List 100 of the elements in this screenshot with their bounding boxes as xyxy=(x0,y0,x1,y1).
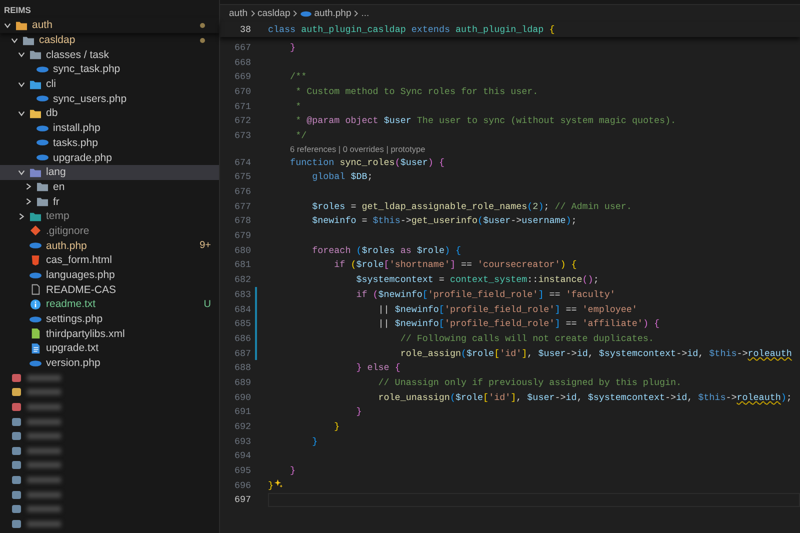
tree-item[interactable]: version.php xyxy=(0,356,219,370)
code-line: function sync_roles($user) { xyxy=(289,156,444,168)
code-line: } else { xyxy=(355,362,400,374)
chevron-icon xyxy=(250,9,256,18)
line-number: 697 xyxy=(233,494,252,506)
breadcrumb[interactable]: ... xyxy=(361,8,370,19)
tree-item[interactable]: upgrade.php xyxy=(0,150,219,165)
tree-item[interactable]: casldap xyxy=(0,32,219,48)
blurred-label xyxy=(27,476,61,483)
tree-item[interactable]: classes / task xyxy=(0,47,219,62)
tree-item[interactable]: cli xyxy=(0,76,219,92)
tree-item[interactable]: db xyxy=(0,106,219,121)
breadcrumb[interactable]: casldap xyxy=(258,8,290,19)
line-number: 686 xyxy=(233,332,252,344)
sparkle-icon[interactable] xyxy=(274,479,283,488)
code-line: class auth_plugin_casldap extends auth_plugin_ldap { xyxy=(268,24,555,35)
tree-item[interactable]: sync_users.php xyxy=(0,91,219,106)
tree-item[interactable]: sync_task.php xyxy=(0,62,219,77)
tree-item[interactable]: lang xyxy=(0,164,219,180)
folder-icon xyxy=(29,49,42,60)
oval-file-icon xyxy=(36,64,49,75)
code-line: // Following calls will not create duplicates. xyxy=(399,332,654,344)
code-line: } xyxy=(311,436,318,447)
tree-item[interactable]: languages.php xyxy=(0,268,219,282)
chevron-icon[interactable] xyxy=(17,212,26,221)
line-number: 689 xyxy=(233,376,252,388)
line-number: 687 xyxy=(233,348,252,359)
tree-item[interactable]: tasks.php xyxy=(0,136,219,150)
tree-item[interactable]: upgrade.txt xyxy=(0,341,219,356)
breadcrumb[interactable]: auth xyxy=(229,8,248,19)
folder-icon xyxy=(29,78,42,90)
tree-item[interactable]: install.php xyxy=(0,120,219,136)
chevron-icon[interactable] xyxy=(3,20,12,30)
code-line: || $newinfo['profile_field_role'] == 'employee' xyxy=(377,304,638,315)
chevron-icon[interactable] xyxy=(24,197,33,206)
blurred-label xyxy=(27,520,61,527)
line-number: 691 xyxy=(233,406,252,418)
chevron-icon[interactable] xyxy=(17,80,26,89)
folder-icon xyxy=(22,34,35,46)
chevron-icon[interactable] xyxy=(17,108,26,118)
folder-icon xyxy=(29,166,42,178)
tree-item[interactable]: auth xyxy=(0,18,219,33)
chevron-icon xyxy=(292,9,298,18)
line-number: 679 xyxy=(233,230,252,242)
tree-item[interactable]: cas_form.html xyxy=(0,253,219,268)
blurred-label xyxy=(27,389,61,396)
line-number: 694 xyxy=(233,450,252,462)
folder-icon xyxy=(29,108,42,119)
folder-icon xyxy=(15,20,28,31)
code-line: $systemcontext = context_system::instance(); xyxy=(355,274,599,286)
blurred-label xyxy=(27,506,61,512)
line-number: 670 xyxy=(233,86,252,97)
chevron-icon[interactable] xyxy=(17,168,26,177)
line-number: 671 xyxy=(233,100,252,112)
file-icon xyxy=(29,328,42,340)
tree-item[interactable]: auth.php 9+ xyxy=(0,238,219,253)
code-line: } xyxy=(289,42,296,53)
codelens[interactable]: 6 references | 0 overrides | prototype xyxy=(290,144,426,154)
chevron-icon[interactable] xyxy=(10,36,19,45)
shield-icon xyxy=(29,254,42,266)
git-status-label: 9+ xyxy=(200,240,211,252)
blurred-label xyxy=(27,404,61,410)
line-number: 695 xyxy=(233,465,252,476)
line-number: 680 xyxy=(233,244,252,256)
code-line: } xyxy=(268,480,274,491)
breadcrumb[interactable]: auth.php xyxy=(314,8,352,19)
code-line: $roles = get_ldap_assignable_role_names(2); // Admin user. xyxy=(311,200,632,212)
line-number: 690 xyxy=(233,392,252,403)
tree-item[interactable]: .gitignore xyxy=(0,224,219,238)
line-number: 693 xyxy=(233,436,252,447)
line-number: 681 xyxy=(233,259,252,270)
code-line: foreach ($roles as $role) { xyxy=(311,244,462,256)
code-line: if ($newinfo['profile_field_role'] == 'faculty' xyxy=(355,288,616,300)
code-line: /** xyxy=(289,71,307,82)
folder-icon xyxy=(36,196,49,208)
chevron-icon[interactable] xyxy=(17,50,26,60)
tree-item[interactable]: settings.php xyxy=(0,312,219,326)
code-line: */ xyxy=(294,130,307,141)
code-line: || $newinfo['profile_field_role'] == 'affiliate') { xyxy=(377,318,660,330)
code-line: } xyxy=(333,421,340,432)
chevron-icon[interactable] xyxy=(24,182,33,192)
line-number: 668 xyxy=(233,56,252,68)
diamond-icon xyxy=(29,225,42,236)
tree-item[interactable]: thirdpartylibs.xml xyxy=(0,326,219,342)
oval-file-icon xyxy=(36,137,49,148)
file-icon xyxy=(29,284,42,296)
oval-file-icon xyxy=(29,314,42,325)
tree-item[interactable]: readme.txt U xyxy=(0,297,219,312)
tree-item[interactable]: en xyxy=(0,180,219,194)
explorer-title: REIMS xyxy=(3,4,32,17)
code-line: } xyxy=(355,406,362,418)
line-number: 683 xyxy=(233,288,252,300)
code-line: global $DB; xyxy=(311,171,373,182)
oval-file-icon xyxy=(36,152,49,164)
line-number: 684 xyxy=(233,304,252,315)
tree-item[interactable]: README-CAS xyxy=(0,282,219,298)
tree-item[interactable]: fr xyxy=(0,194,219,209)
info-icon xyxy=(29,298,42,310)
tree-item[interactable]: temp xyxy=(0,208,219,224)
code-line: $newinfo = $this->get_userinfo($user->username); xyxy=(311,215,577,226)
